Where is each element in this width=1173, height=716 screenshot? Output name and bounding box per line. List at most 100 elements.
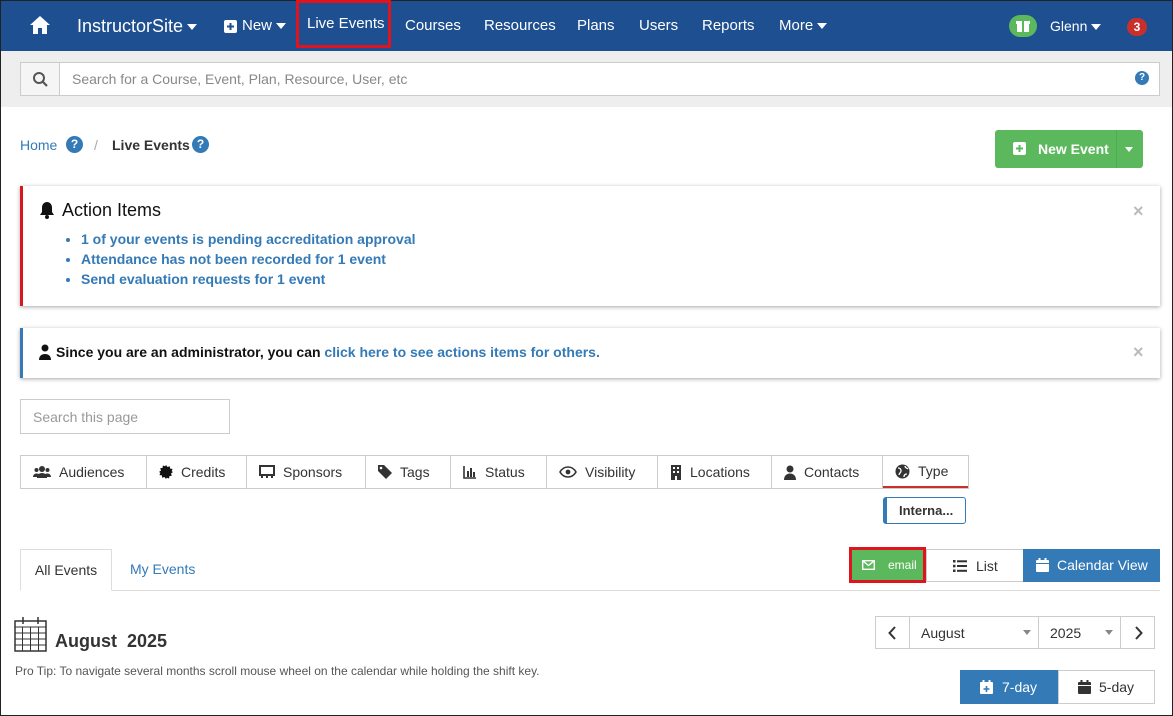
caret-down-icon [187,24,198,31]
action-items-list: 1 of your events is pending accreditatio… [81,231,416,291]
filter-tags-label: Tags [400,464,430,480]
tab-all-events[interactable]: All Events [20,549,112,591]
admin-notice-panel: Since you are an administrator, you can … [20,328,1160,378]
caret-down-icon [1105,630,1113,635]
globe-icon [895,464,910,478]
user-icon [784,465,796,480]
plus-square-icon [224,19,237,33]
type-filter-chip[interactable]: Interna... [883,497,966,524]
action-item-link[interactable]: Attendance has not been recorded for 1 e… [81,251,416,267]
month-select-value: August [921,625,965,641]
nav-live-events[interactable]: Live Events [296,0,393,48]
nav-users[interactable]: Users [639,1,678,51]
action-item-link[interactable]: Send evaluation requests for 1 event [81,271,416,287]
filter-status-label: Status [485,464,525,480]
chevron-left-icon [888,626,896,640]
seven-day-button[interactable]: 7-day [960,670,1059,704]
filter-type-label: Type [918,463,949,479]
top-navbar: InstructorSite New Live Events Courses R… [1,0,1172,51]
calendar-icon [1078,680,1091,694]
admin-notice-link[interactable]: click here to see actions items for othe… [324,344,599,360]
year-select[interactable]: 2025 [1038,616,1121,649]
global-search-bar: Search for a Course, Event, Plan, Resour… [1,51,1172,107]
certificate-icon [159,465,173,479]
global-search-input[interactable]: Search for a Course, Event, Plan, Resour… [20,62,1160,96]
breadcrumb-separator: / [94,137,98,153]
filter-type[interactable]: Type [883,456,968,488]
caret-down-icon [276,23,287,30]
nav-more[interactable]: More [779,1,828,51]
filter-visibility-label: Visibility [585,464,636,480]
chevron-right-icon [1135,626,1143,640]
breadcrumb-home[interactable]: Home [20,137,57,153]
filter-sponsors-label: Sponsors [283,464,343,480]
caret-down-icon [817,23,828,30]
filter-status[interactable]: Status [451,456,547,488]
prev-month-button[interactable] [875,616,910,649]
nav-courses[interactable]: Courses [405,1,461,51]
tag-icon [378,465,392,479]
filter-visibility[interactable]: Visibility [547,456,658,488]
nav-more-label: More [779,17,814,34]
notification-badge[interactable]: 3 [1127,18,1147,36]
email-label: email [888,558,917,572]
close-icon[interactable]: × [1133,201,1144,222]
close-icon[interactable]: × [1133,342,1144,363]
search-placeholder: Search for a Course, Event, Plan, Resour… [72,71,408,87]
eye-icon [559,466,577,478]
caret-down-icon [1023,630,1031,635]
year-select-value: 2025 [1050,625,1082,641]
new-event-button[interactable]: New Event [995,130,1143,168]
five-day-button[interactable]: 5-day [1058,670,1155,704]
user-menu[interactable]: Glenn [1050,1,1102,51]
next-month-button[interactable] [1120,616,1155,649]
home-icon[interactable] [29,1,51,51]
seven-day-label: 7-day [1002,679,1038,695]
user-shield-icon [39,344,51,360]
new-menu[interactable]: New [224,1,287,51]
filter-tags[interactable]: Tags [366,456,451,488]
admin-notice-text: Since you are an administrator, you can [56,344,321,360]
help-icon[interactable]: ? [1135,71,1149,85]
calendar-view-button[interactable]: Calendar View [1023,549,1160,582]
tab-my-events[interactable]: My Events [130,549,195,591]
five-day-label: 5-day [1099,679,1135,695]
help-icon[interactable]: ? [192,136,209,153]
nav-reports[interactable]: Reports [702,1,755,51]
action-items-title: Action Items [62,200,162,220]
users-icon [33,466,51,478]
breadcrumb-current: Live Events [112,137,190,153]
help-icon[interactable]: ? [66,136,83,153]
bell-icon [40,202,54,219]
filter-sponsors[interactable]: Sponsors [247,456,366,488]
nav-resources[interactable]: Resources [484,1,556,51]
filter-tabs: Audiences Credits Sponsors Tags Status V… [20,455,969,489]
new-event-dropdown-caret-icon[interactable] [1125,147,1133,152]
nav-plans[interactable]: Plans [577,1,615,51]
search-icon[interactable] [21,63,60,95]
filter-contacts-label: Contacts [804,464,860,480]
calendar-icon [1036,558,1049,572]
caret-down-icon [1091,24,1102,31]
envelope-icon [862,560,875,570]
filter-contacts[interactable]: Contacts [772,456,883,488]
email-button[interactable]: email [849,547,926,583]
filter-locations[interactable]: Locations [658,456,772,488]
calendar-outline-icon [14,617,47,652]
pro-tip: Pro Tip: To navigate several months scro… [15,664,540,678]
list-view-button[interactable]: List [926,549,1024,582]
calendar-view-label: Calendar View [1057,557,1148,573]
filter-audiences-label: Audiences [59,464,125,480]
page-search-input[interactable]: Search this page [20,399,230,434]
filter-credits[interactable]: Credits [147,456,247,488]
action-items-panel: Action Items 1 of your events is pending… [20,186,1160,306]
bar-chart-icon [463,466,476,479]
sponsors-icon [259,465,275,478]
action-item-link[interactable]: 1 of your events is pending accreditatio… [81,231,416,247]
filter-audiences[interactable]: Audiences [21,456,147,488]
calendar-month-heading: August 2025 [55,631,168,651]
month-select[interactable]: August [909,616,1039,649]
gift-icon[interactable] [1009,15,1037,37]
new-event-label: New Event [1038,141,1109,157]
brand-menu[interactable]: InstructorSite [77,1,198,51]
